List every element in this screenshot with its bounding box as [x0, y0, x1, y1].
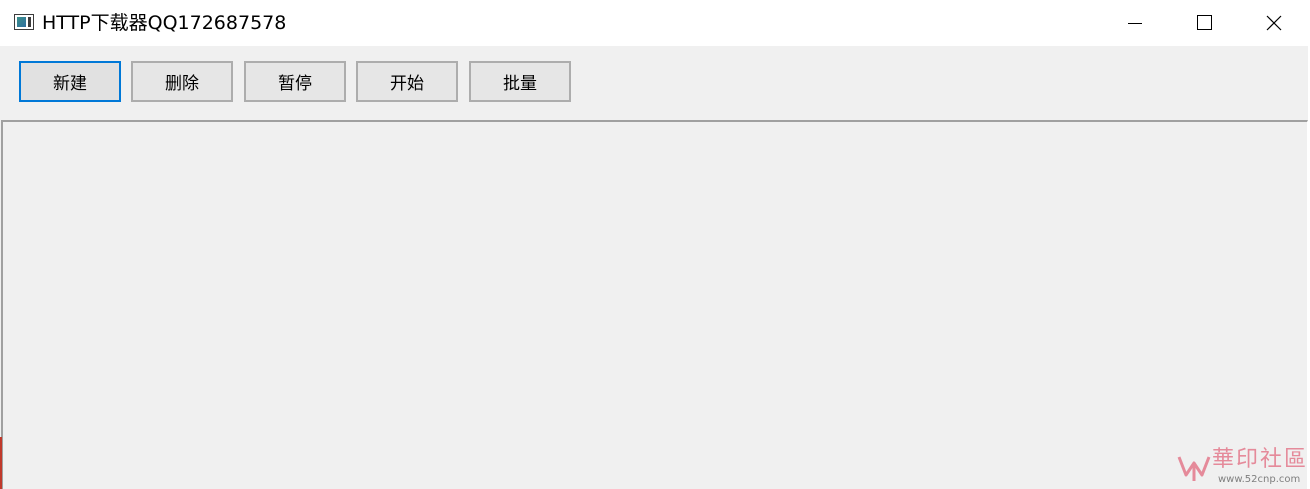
maximize-button[interactable]	[1170, 0, 1240, 46]
close-button[interactable]	[1240, 0, 1310, 46]
edge-marker	[0, 437, 2, 489]
maximize-icon	[1197, 15, 1212, 30]
window-title: HTTP下载器QQ172687578	[42, 12, 287, 34]
pause-button[interactable]: 暂停	[244, 61, 346, 102]
app-icon	[14, 14, 34, 30]
watermark-logo-icon	[1177, 456, 1211, 481]
new-button[interactable]: 新建	[19, 61, 121, 102]
start-button[interactable]: 开始	[356, 61, 458, 102]
watermark-text: 華印社區	[1212, 447, 1309, 472]
app-window: HTTP下载器QQ172687578 新建 删除 暂停 开始 批量 華印社區 w…	[0, 0, 1310, 489]
delete-button[interactable]: 删除	[131, 61, 233, 102]
batch-button[interactable]: 批量	[469, 61, 571, 102]
watermark: 華印社區 www.52cnp.com	[1176, 447, 1308, 487]
toolbar: 新建 删除 暂停 开始 批量	[0, 46, 1310, 118]
title-bar[interactable]: HTTP下载器QQ172687578	[0, 0, 1310, 46]
minimize-button[interactable]	[1100, 0, 1170, 46]
close-icon	[1266, 15, 1282, 31]
watermark-url: www.52cnp.com	[1218, 474, 1301, 485]
minimize-icon	[1128, 23, 1142, 24]
download-list-panel[interactable]	[1, 120, 1308, 489]
